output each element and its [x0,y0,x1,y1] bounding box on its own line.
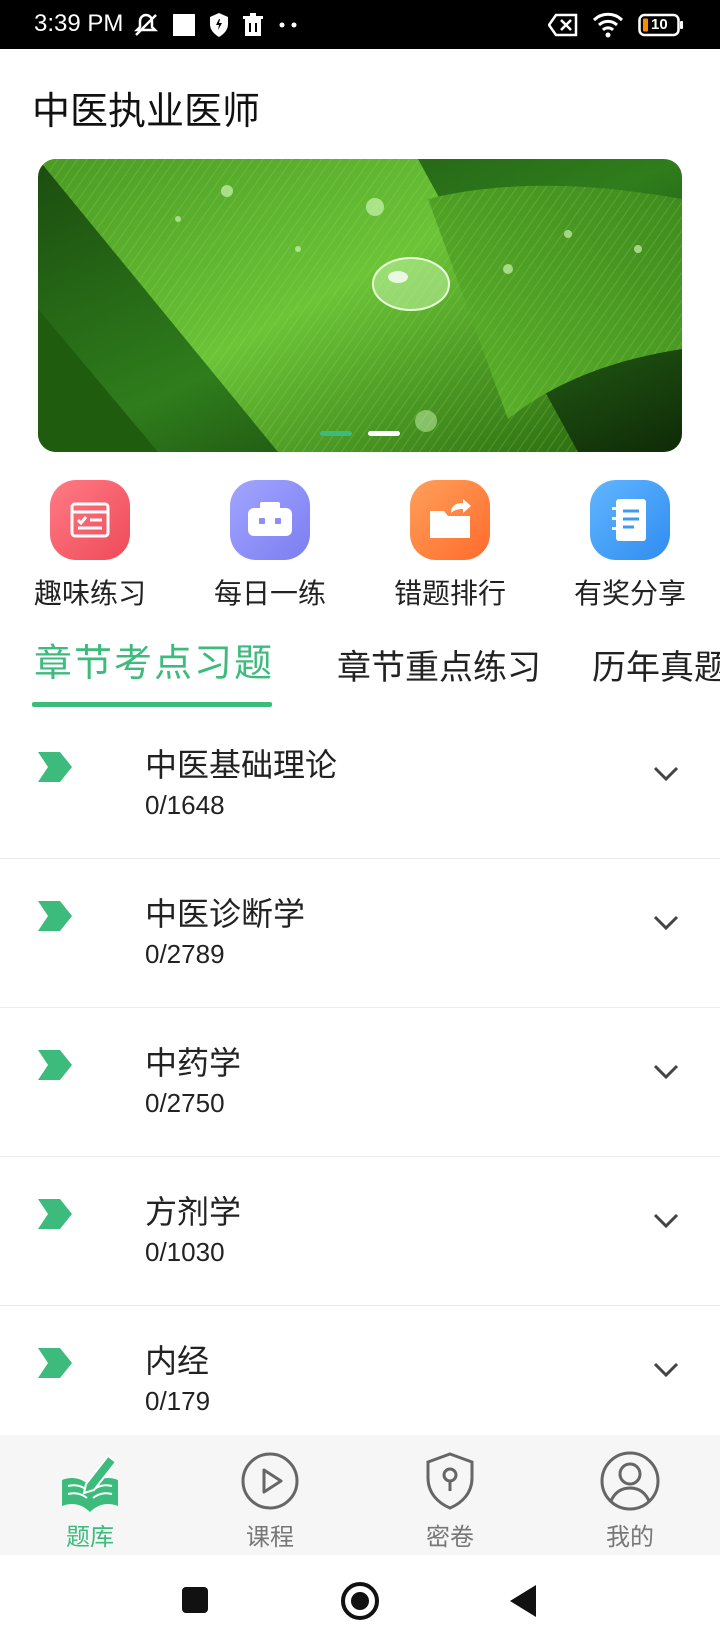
battery-level: 10 [651,16,668,33]
system-nav-bar [0,1555,720,1650]
banner-dot-2[interactable] [368,431,400,436]
close-box-icon [548,13,578,37]
calendar-check-icon [50,480,130,560]
back-button[interactable] [508,1583,538,1619]
chevron-flag-icon [38,1199,72,1229]
page-title: 中医执业医师 [32,89,261,133]
book-pen-icon [0,1449,180,1513]
chapter-progress: 0/2789 [145,939,225,969]
chapter-list: 中医基础理论 0/1648 中医诊断学 0/2789 中药学 0/2750 方剂… [0,710,720,1454]
list-item[interactable]: 方剂学 0/1030 [0,1157,720,1306]
tab-underline [32,702,272,707]
wifi-icon [592,12,624,38]
list-item[interactable]: 中医基础理论 0/1648 [0,710,720,859]
chapter-progress: 0/179 [145,1386,211,1416]
notebook-icon [590,480,670,560]
chapter-name: 中医诊断学 [145,895,306,933]
banner-dot-1[interactable] [320,431,352,436]
square-icon [172,13,196,37]
chevron-flag-icon [38,901,72,931]
nav-question-bank[interactable]: 题库 [0,1449,180,1552]
banner-indicator [38,431,682,436]
chapter-progress: 0/2750 [145,1088,225,1118]
bottom-nav: 题库 课程 密卷 我的 [0,1435,720,1555]
status-bar: 3:39 PM 10 [0,0,720,49]
nav-label: 课程 [246,1523,294,1551]
quick-action-daily-practice[interactable]: 每日一练 [180,480,360,612]
quick-action-label: 趣味练习 [33,577,146,610]
nav-label: 我的 [606,1523,654,1551]
quick-action-wrong-ranking[interactable]: 错题排行 [360,480,540,612]
home-button[interactable] [340,1581,380,1621]
chevron-down-icon[interactable] [652,1063,680,1081]
nav-label: 密卷 [426,1523,474,1551]
shield-icon [208,12,230,38]
banner-image [38,159,682,452]
lock-shield-icon [360,1449,540,1513]
chevron-flag-icon [38,752,72,782]
chevron-down-icon[interactable] [652,914,680,932]
chevron-down-icon[interactable] [652,1361,680,1379]
tab-bar: 章节考点习题 章节重点练习 历年真题 [0,630,720,710]
quick-action-label: 每日一练 [213,577,326,610]
quick-action-label: 有奖分享 [573,577,686,610]
nav-profile[interactable]: 我的 [540,1449,720,1552]
banner-carousel[interactable] [38,159,682,452]
chevron-down-icon[interactable] [652,765,680,783]
quick-actions: 趣味练习 每日一练 错题排行 有奖分享 [0,480,720,610]
nav-label: 题库 [66,1523,114,1551]
status-time: 3:39 PM [34,10,124,37]
quick-action-reward-share[interactable]: 有奖分享 [540,480,720,612]
battery-icon: 10 [638,13,684,37]
list-item[interactable]: 中医诊断学 0/2789 [0,859,720,1008]
more-dots-icon [276,21,302,29]
chapter-name: 方剂学 [145,1193,242,1231]
chevron-flag-icon [38,1050,72,1080]
chapter-progress: 0/1030 [145,1237,225,1267]
chevron-down-icon[interactable] [652,1212,680,1230]
chapter-progress: 0/1648 [145,790,225,820]
tab-past-exams[interactable]: 历年真题 [592,640,720,689]
tab-chapter-exam-points[interactable]: 章节考点习题 [34,632,274,687]
folder-share-icon [410,480,490,560]
recent-apps-button[interactable] [180,1585,210,1615]
list-item[interactable]: 中药学 0/2750 [0,1008,720,1157]
quick-action-fun-practice[interactable]: 趣味练习 [0,480,180,612]
chapter-name: 中医基础理论 [145,746,338,784]
nav-courses[interactable]: 课程 [180,1449,360,1552]
user-circle-icon [540,1449,720,1513]
mute-icon [132,11,160,39]
robot-icon [230,480,310,560]
play-circle-icon [180,1449,360,1513]
chapter-name: 内经 [145,1342,210,1380]
list-item[interactable]: 内经 0/179 [0,1306,720,1454]
tab-chapter-key-practice[interactable]: 章节重点练习 [337,640,541,689]
trash-icon [242,13,264,37]
chevron-flag-icon [38,1348,72,1378]
chapter-name: 中药学 [145,1044,242,1082]
quick-action-label: 错题排行 [393,577,506,610]
nav-secret-papers[interactable]: 密卷 [360,1449,540,1552]
